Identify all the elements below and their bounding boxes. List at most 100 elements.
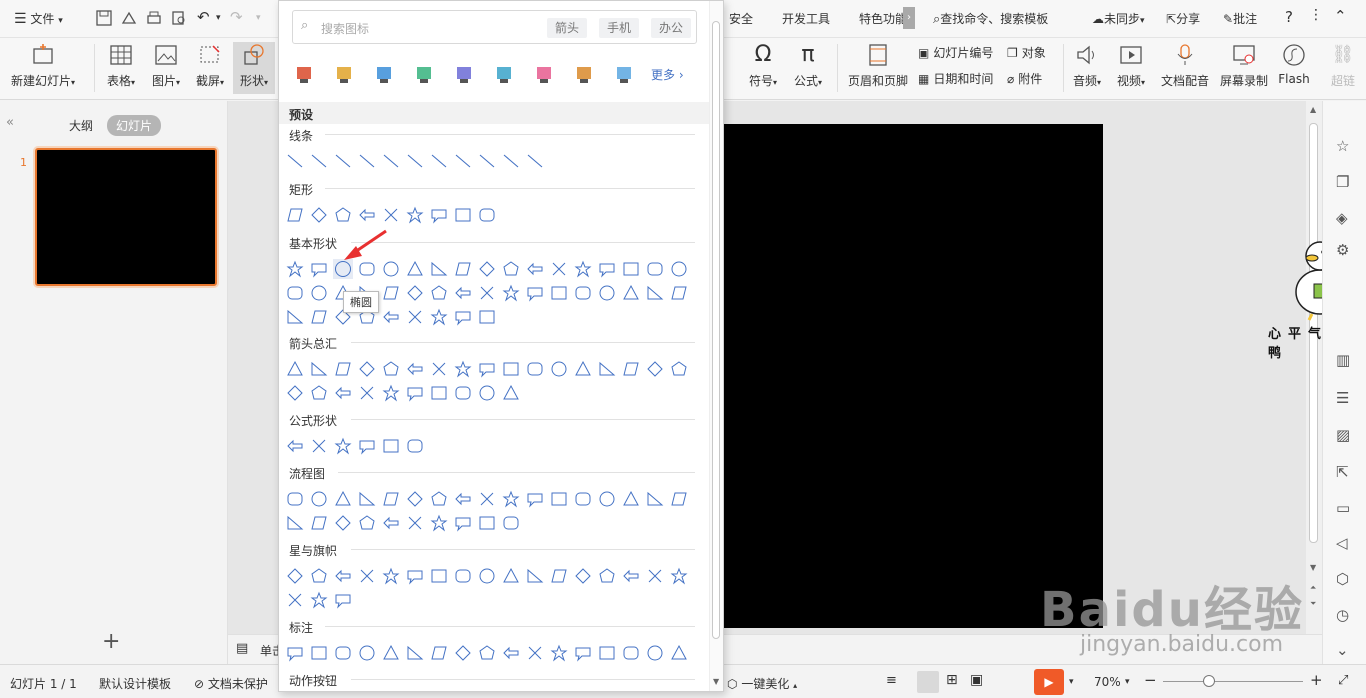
- reading-view-icon[interactable]: ▣: [970, 672, 983, 688]
- shape-icon[interactable]: [453, 566, 473, 586]
- formula-button[interactable]: π 公式▾: [790, 42, 826, 89]
- shape-icon[interactable]: [597, 489, 617, 509]
- shape-icon[interactable]: [501, 383, 521, 403]
- shape-icon[interactable]: [501, 513, 521, 533]
- play-slideshow-button[interactable]: ▶: [1034, 669, 1064, 695]
- shape-icon[interactable]: [357, 359, 377, 379]
- popup-scroll-down-icon[interactable]: ▼: [713, 677, 719, 686]
- line-shape-icon[interactable]: [357, 151, 377, 171]
- redo-icon[interactable]: ↷: [230, 8, 243, 26]
- shape-icon[interactable]: [285, 436, 305, 456]
- shape-icon[interactable]: [309, 566, 329, 586]
- chip-phone[interactable]: 手机: [599, 18, 640, 38]
- shape-icon[interactable]: [453, 359, 473, 379]
- shape-icon[interactable]: [621, 283, 641, 303]
- shape-icon[interactable]: [597, 283, 617, 303]
- shape-icon[interactable]: [645, 259, 665, 279]
- shape-icon[interactable]: [285, 283, 305, 303]
- tab-security[interactable]: 安全: [729, 10, 753, 27]
- shape-icon[interactable]: [429, 359, 449, 379]
- line-shape-icon[interactable]: [477, 151, 497, 171]
- shape-icon[interactable]: [333, 566, 353, 586]
- vertical-scrollbar[interactable]: ▲ ▼ ⏶ ⏷: [1306, 101, 1322, 634]
- print-preview-icon[interactable]: [170, 9, 188, 27]
- shape-icon[interactable]: [621, 566, 641, 586]
- shape-icon[interactable]: [669, 566, 689, 586]
- shape-icon[interactable]: [333, 436, 353, 456]
- featured-icon[interactable]: [573, 63, 595, 85]
- shape-icon[interactable]: [405, 259, 425, 279]
- more-icons-link[interactable]: 更多 ›: [651, 66, 684, 83]
- shape-icon[interactable]: [549, 283, 569, 303]
- chip-office[interactable]: 办公: [651, 18, 692, 38]
- shape-icon[interactable]: [621, 359, 641, 379]
- shape-icon[interactable]: [501, 283, 521, 303]
- export-icon[interactable]: [120, 9, 138, 27]
- shape-icon[interactable]: [573, 643, 593, 663]
- shape-button[interactable]: 形状▾: [233, 42, 275, 94]
- hexagon-icon[interactable]: ⬡: [1336, 570, 1349, 588]
- shape-icon[interactable]: [669, 489, 689, 509]
- shape-icon[interactable]: [333, 383, 353, 403]
- zoom-level[interactable]: 70%: [1094, 675, 1121, 689]
- shape-icon[interactable]: [501, 489, 521, 509]
- table-button[interactable]: 表格▾: [101, 42, 141, 89]
- line-shape-icon[interactable]: [525, 151, 545, 171]
- shape-icon[interactable]: [621, 259, 641, 279]
- shape-icon[interactable]: [549, 359, 569, 379]
- shape-icon[interactable]: [429, 489, 449, 509]
- shape-icon[interactable]: [621, 643, 641, 663]
- shape-icon[interactable]: [525, 489, 545, 509]
- shape-icon[interactable]: [573, 359, 593, 379]
- scroll-up-icon[interactable]: ▲: [1310, 105, 1316, 114]
- shape-icon[interactable]: [549, 489, 569, 509]
- shape-icon[interactable]: [357, 383, 377, 403]
- featured-icon[interactable]: [453, 63, 475, 85]
- shape-icon[interactable]: [573, 283, 593, 303]
- object-button[interactable]: ❐ 对象: [1007, 44, 1046, 61]
- shape-icon[interactable]: [381, 513, 401, 533]
- shape-icon[interactable]: [453, 307, 473, 327]
- shape-icon[interactable]: [429, 643, 449, 663]
- theme-name[interactable]: 默认设计模板: [99, 675, 171, 692]
- video-button[interactable]: 视频▾: [1112, 42, 1150, 89]
- shape-icon[interactable]: [309, 307, 329, 327]
- shape-icon[interactable]: [453, 383, 473, 403]
- shape-icon[interactable]: [405, 307, 425, 327]
- shape-icon[interactable]: [597, 359, 617, 379]
- zoom-slider[interactable]: [1163, 681, 1303, 682]
- shape-icon[interactable]: [429, 566, 449, 586]
- chart-icon[interactable]: ▥: [1336, 351, 1350, 369]
- shape-icon[interactable]: [357, 436, 377, 456]
- shape-icon[interactable]: [285, 643, 305, 663]
- shape-icon[interactable]: [669, 643, 689, 663]
- featured-icon[interactable]: [613, 63, 635, 85]
- icon-search-input[interactable]: ⌕ 搜索图标 箭头 手机 办公: [292, 10, 697, 44]
- slide-number-button[interactable]: ▣ 幻灯片编号: [918, 44, 993, 61]
- share-button[interactable]: ⇱分享: [1166, 10, 1200, 27]
- line-shape-icon[interactable]: [429, 151, 449, 171]
- beautify-button[interactable]: ⬡ 一键美化 ▴: [727, 675, 797, 692]
- shape-icon[interactable]: [573, 259, 593, 279]
- symbol-button[interactable]: Ω 符号▾: [745, 42, 781, 89]
- shape-icon[interactable]: [597, 566, 617, 586]
- shape-icon[interactable]: [333, 513, 353, 533]
- zoom-dropdown-icon[interactable]: ▾: [1125, 677, 1130, 687]
- shape-icon[interactable]: [453, 205, 473, 225]
- shape-icon[interactable]: [357, 566, 377, 586]
- redo-dropdown-icon[interactable]: ▾: [256, 13, 261, 23]
- shape-icon[interactable]: [453, 513, 473, 533]
- next-slide-icon[interactable]: ⏷: [1310, 599, 1316, 609]
- shape-icon[interactable]: [333, 359, 353, 379]
- shape-icon[interactable]: [429, 205, 449, 225]
- shape-icon[interactable]: [501, 566, 521, 586]
- shape-icon[interactable]: [621, 489, 641, 509]
- shape-icon[interactable]: [333, 489, 353, 509]
- shape-icon[interactable]: [285, 590, 305, 610]
- shape-icon[interactable]: [429, 383, 449, 403]
- tab-developer[interactable]: 开发工具: [782, 10, 830, 27]
- shape-icon[interactable]: [429, 259, 449, 279]
- shape-icon[interactable]: [381, 283, 401, 303]
- shape-icon[interactable]: [477, 283, 497, 303]
- audio-button[interactable]: 音频▾: [1068, 42, 1106, 89]
